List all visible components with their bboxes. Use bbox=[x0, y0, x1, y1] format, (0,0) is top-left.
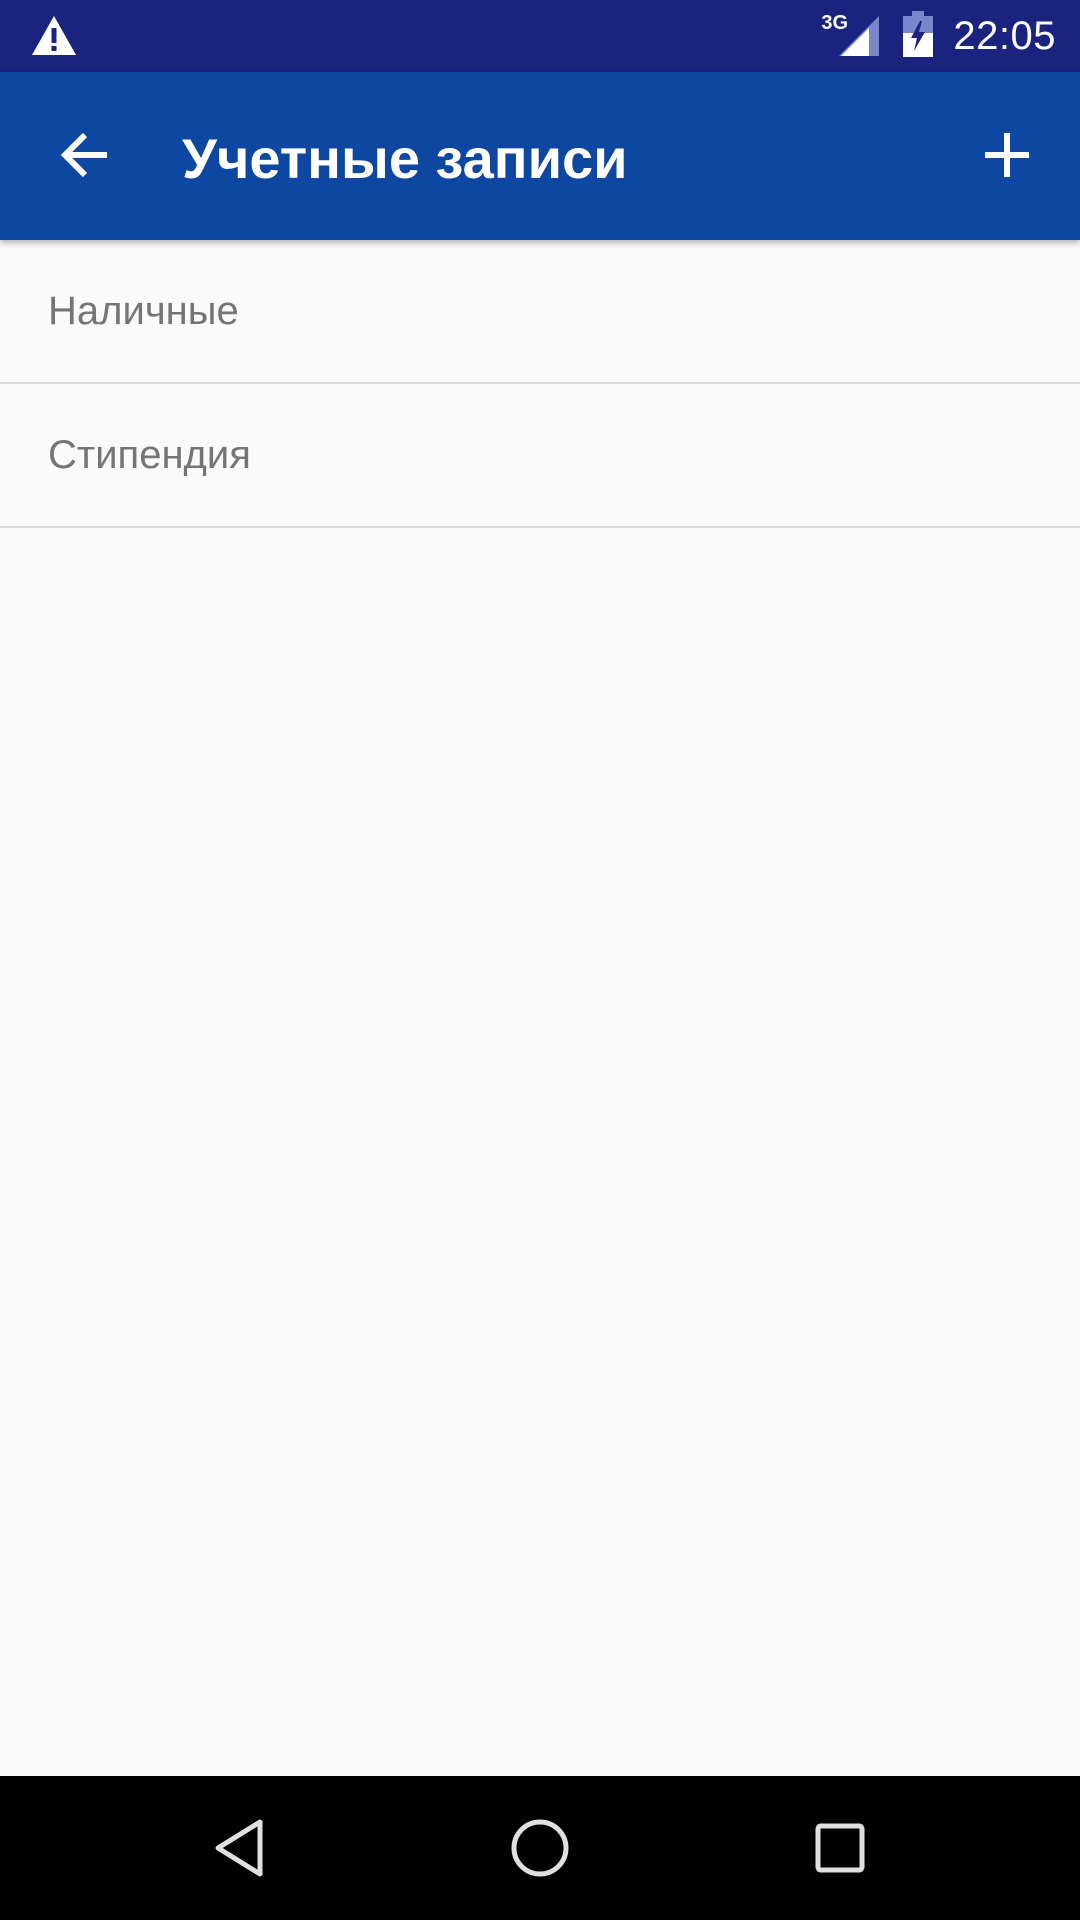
list-item-label: Наличные bbox=[48, 288, 239, 333]
add-account-button[interactable] bbox=[962, 110, 1052, 200]
status-bar: 3G 22:05 bbox=[0, 0, 1080, 72]
list-item-label: Стипендия bbox=[48, 432, 251, 477]
nav-recent-icon bbox=[815, 1823, 865, 1873]
page-title: Учетные записи bbox=[182, 127, 628, 190]
app-bar: Учетные записи bbox=[0, 72, 1080, 240]
nav-home-button[interactable] bbox=[490, 1798, 590, 1898]
navigation-bar bbox=[0, 1776, 1080, 1920]
nav-back-icon bbox=[215, 1819, 263, 1877]
nav-recent-button[interactable] bbox=[790, 1798, 890, 1898]
account-list: Наличные Стипендия bbox=[0, 240, 1080, 528]
nav-back-button[interactable] bbox=[190, 1798, 290, 1898]
status-icons: 3G 22:05 bbox=[821, 0, 1056, 72]
network-type-label: 3G bbox=[821, 12, 849, 34]
list-item[interactable]: Наличные bbox=[0, 240, 1080, 384]
screen: 3G 22:05 Учетные записи Наличные Стипенд… bbox=[0, 0, 1080, 1920]
clock: 22:05 bbox=[953, 13, 1056, 58]
back-button[interactable] bbox=[40, 110, 130, 200]
arrow-back-icon bbox=[60, 132, 107, 178]
battery-charging-icon bbox=[903, 10, 953, 62]
list-item[interactable]: Стипендия bbox=[0, 384, 1080, 528]
nav-home-icon bbox=[511, 1819, 569, 1877]
warning-icon bbox=[30, 14, 78, 58]
plus-icon bbox=[985, 133, 1029, 177]
